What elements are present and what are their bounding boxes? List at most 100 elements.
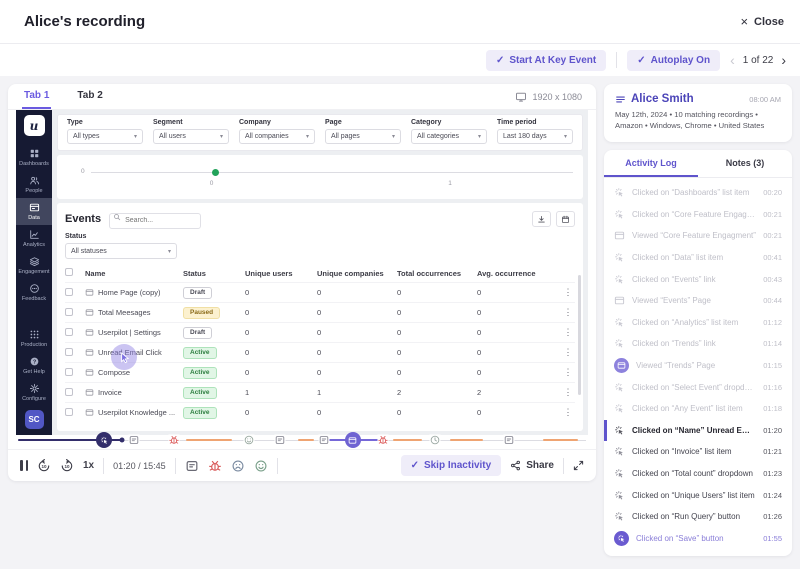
- activity-entry[interactable]: Viewed “Events” Page 00:44: [604, 290, 792, 312]
- sidebar-item-data[interactable]: Data: [16, 198, 52, 225]
- activity-entry[interactable]: Clicked on “Events” link 00:43: [604, 268, 792, 290]
- prev-recording-button[interactable]: ‹: [730, 53, 735, 67]
- filter-category-select[interactable]: All categories ▾: [411, 129, 487, 144]
- autoplay-toggle[interactable]: ✓ Autoplay On: [627, 49, 721, 71]
- table-row[interactable]: Home Page (copy) Draft 0 0 0 0 ⋮: [65, 282, 575, 302]
- timeline-bug-marker[interactable]: [168, 434, 180, 446]
- sidebar-item-people[interactable]: People: [16, 171, 52, 198]
- kebab-menu-icon[interactable]: ⋮: [564, 287, 573, 297]
- activity-entry[interactable]: Clicked on “Save” button 01:55: [604, 528, 792, 550]
- column-header-avg-occurrence[interactable]: Avg. occurrence: [477, 269, 541, 278]
- timeline-smile-marker[interactable]: [243, 434, 255, 446]
- search-input[interactable]: [109, 212, 202, 229]
- row-checkbox[interactable]: [65, 407, 73, 416]
- column-header-status[interactable]: Status: [183, 269, 245, 278]
- table-scrollbar[interactable]: [578, 275, 581, 395]
- timeline-bug-marker[interactable]: [377, 434, 389, 446]
- row-checkbox[interactable]: [65, 307, 73, 316]
- timeline-note-marker[interactable]: [274, 434, 286, 446]
- column-header-unique-companies[interactable]: Unique companies: [317, 269, 397, 278]
- activity-entry[interactable]: Clicked on “Invoice” list item 01:21: [604, 441, 792, 463]
- timeline-view-marker[interactable]: [344, 432, 361, 448]
- start-at-key-event-button[interactable]: ✓ Start At Key Event: [485, 49, 607, 71]
- smile-reaction-button[interactable]: [254, 459, 268, 473]
- column-header-unique-users[interactable]: Unique users: [245, 269, 317, 278]
- activity-entry[interactable]: Clicked on “Run Query” button 01:26: [604, 506, 792, 528]
- tab-2[interactable]: Tab 2: [75, 84, 104, 109]
- timeline-click-marker[interactable]: [96, 432, 113, 448]
- activity-entry[interactable]: Clicked on “Core Feature Engagem... 00:2…: [604, 204, 792, 226]
- kebab-menu-icon[interactable]: ⋮: [564, 367, 573, 377]
- tab-1[interactable]: Tab 1: [22, 84, 52, 109]
- timeline-clock-marker[interactable]: [429, 434, 441, 446]
- report-bug-button[interactable]: [208, 459, 222, 473]
- table-row[interactable]: Invoice Active 1 1 2 2 ⋮: [65, 382, 575, 402]
- sidebar-item-get-help[interactable]: ? Get Help: [16, 352, 52, 379]
- kebab-menu-icon[interactable]: ⋮: [564, 307, 573, 317]
- sidebar-item-configure[interactable]: Configure: [16, 379, 52, 406]
- activity-entry[interactable]: Viewed “Core Feature Engagment” 00:21: [604, 225, 792, 247]
- activity-entry[interactable]: Clicked on “Total count” dropdown 01:23: [604, 463, 792, 485]
- fullscreen-button[interactable]: [573, 460, 584, 471]
- kebab-menu-icon[interactable]: ⋮: [564, 387, 573, 397]
- sidebar-item-engagement[interactable]: Engagement: [16, 252, 52, 279]
- sidebar-item-dashboards[interactable]: Dashboards: [16, 144, 52, 171]
- add-note-button[interactable]: [185, 459, 199, 473]
- activity-entry[interactable]: Viewed “Trends” Page 01:15: [604, 355, 792, 377]
- chart-data-point[interactable]: [211, 169, 219, 176]
- sidebar-item-feedback[interactable]: Feedback: [16, 279, 52, 306]
- column-header-name[interactable]: Name: [85, 269, 183, 278]
- row-checkbox[interactable]: [65, 367, 73, 376]
- frown-reaction-button[interactable]: [231, 459, 245, 473]
- kebab-menu-icon[interactable]: ⋮: [564, 407, 573, 417]
- table-row[interactable]: Unread Email Click Active 0 0 0 0 ⋮: [65, 342, 575, 370]
- select-all-checkbox[interactable]: [65, 268, 73, 276]
- filter-time-period-select[interactable]: Last 180 days ▾: [497, 129, 573, 144]
- column-header-total-occurrences[interactable]: Total occurrences: [397, 269, 477, 278]
- filter-company-select[interactable]: All companies ▾: [239, 129, 315, 144]
- activity-entry[interactable]: Clicked on “Trends” link 01:14: [604, 333, 792, 355]
- row-checkbox[interactable]: [65, 387, 73, 396]
- activity-entry[interactable]: Clicked on “Dashboards” list item 00:20: [604, 182, 792, 204]
- activity-entry[interactable]: Clicked on “Unique Users” list item 01:2…: [604, 484, 792, 506]
- status-filter-select[interactable]: All statuses ▾: [65, 243, 177, 259]
- filter-page-select[interactable]: All pages ▾: [325, 129, 401, 144]
- rewind-10-button[interactable]: 10: [37, 458, 51, 473]
- close-button[interactable]: × Close: [740, 14, 784, 29]
- pause-button[interactable]: [20, 460, 28, 471]
- playback-speed-button[interactable]: 1x: [83, 460, 94, 471]
- table-row[interactable]: Userpilot | Settings Draft 0 0 0 0 ⋮: [65, 322, 575, 342]
- avatar[interactable]: SC: [24, 410, 44, 429]
- tab-notes[interactable]: Notes (3): [698, 150, 792, 177]
- tab-activity-log[interactable]: Activity Log: [604, 150, 698, 177]
- row-checkbox[interactable]: [65, 327, 73, 336]
- row-checkbox[interactable]: [65, 287, 73, 296]
- share-button[interactable]: Share: [510, 460, 554, 471]
- table-row[interactable]: Userpilot Knowledge ... Active 0 0 0 0 ⋮: [65, 402, 575, 422]
- timeline-note-marker[interactable]: [128, 434, 140, 446]
- sidebar-item-analytics[interactable]: Analytics: [16, 225, 52, 252]
- kebab-menu-icon[interactable]: ⋮: [564, 327, 573, 337]
- filter-type-select[interactable]: All types ▾: [67, 129, 143, 144]
- timeline-note-marker[interactable]: [318, 434, 330, 446]
- next-recording-button[interactable]: ›: [781, 53, 786, 67]
- timeline-dot-marker[interactable]: [119, 437, 125, 443]
- skip-inactivity-toggle[interactable]: ✓ Skip Inactivity: [400, 455, 502, 476]
- filter-segment-select[interactable]: All users ▾: [153, 129, 229, 144]
- activity-entry[interactable]: Clicked on “Analytics” list item 01:12: [604, 312, 792, 334]
- forward-10-button[interactable]: 10: [60, 458, 74, 473]
- row-checkbox[interactable]: [65, 347, 73, 356]
- user-name[interactable]: Alice Smith: [631, 93, 694, 105]
- player-timeline[interactable]: [18, 432, 586, 448]
- table-row[interactable]: Compose Active 0 0 0 0 ⋮: [65, 362, 575, 382]
- kebab-menu-icon[interactable]: ⋮: [564, 347, 573, 357]
- activity-entry[interactable]: Clicked on “Select Event” dropdown 01:16: [604, 376, 792, 398]
- activity-entry[interactable]: Clicked on “Any Event” list item 01:18: [604, 398, 792, 420]
- download-button[interactable]: [532, 211, 551, 227]
- activity-entry[interactable]: Clicked on “Name” Unread Email C... 01:2…: [604, 420, 792, 442]
- timeline-note-marker[interactable]: [503, 434, 515, 446]
- table-row[interactable]: Total Meesages Paused 0 0 0 0 ⋮: [65, 302, 575, 322]
- sidebar-item-production[interactable]: Production: [16, 325, 52, 352]
- calendar-button[interactable]: [556, 211, 575, 227]
- activity-entry[interactable]: Clicked on “Data” list item 00:41: [604, 247, 792, 269]
